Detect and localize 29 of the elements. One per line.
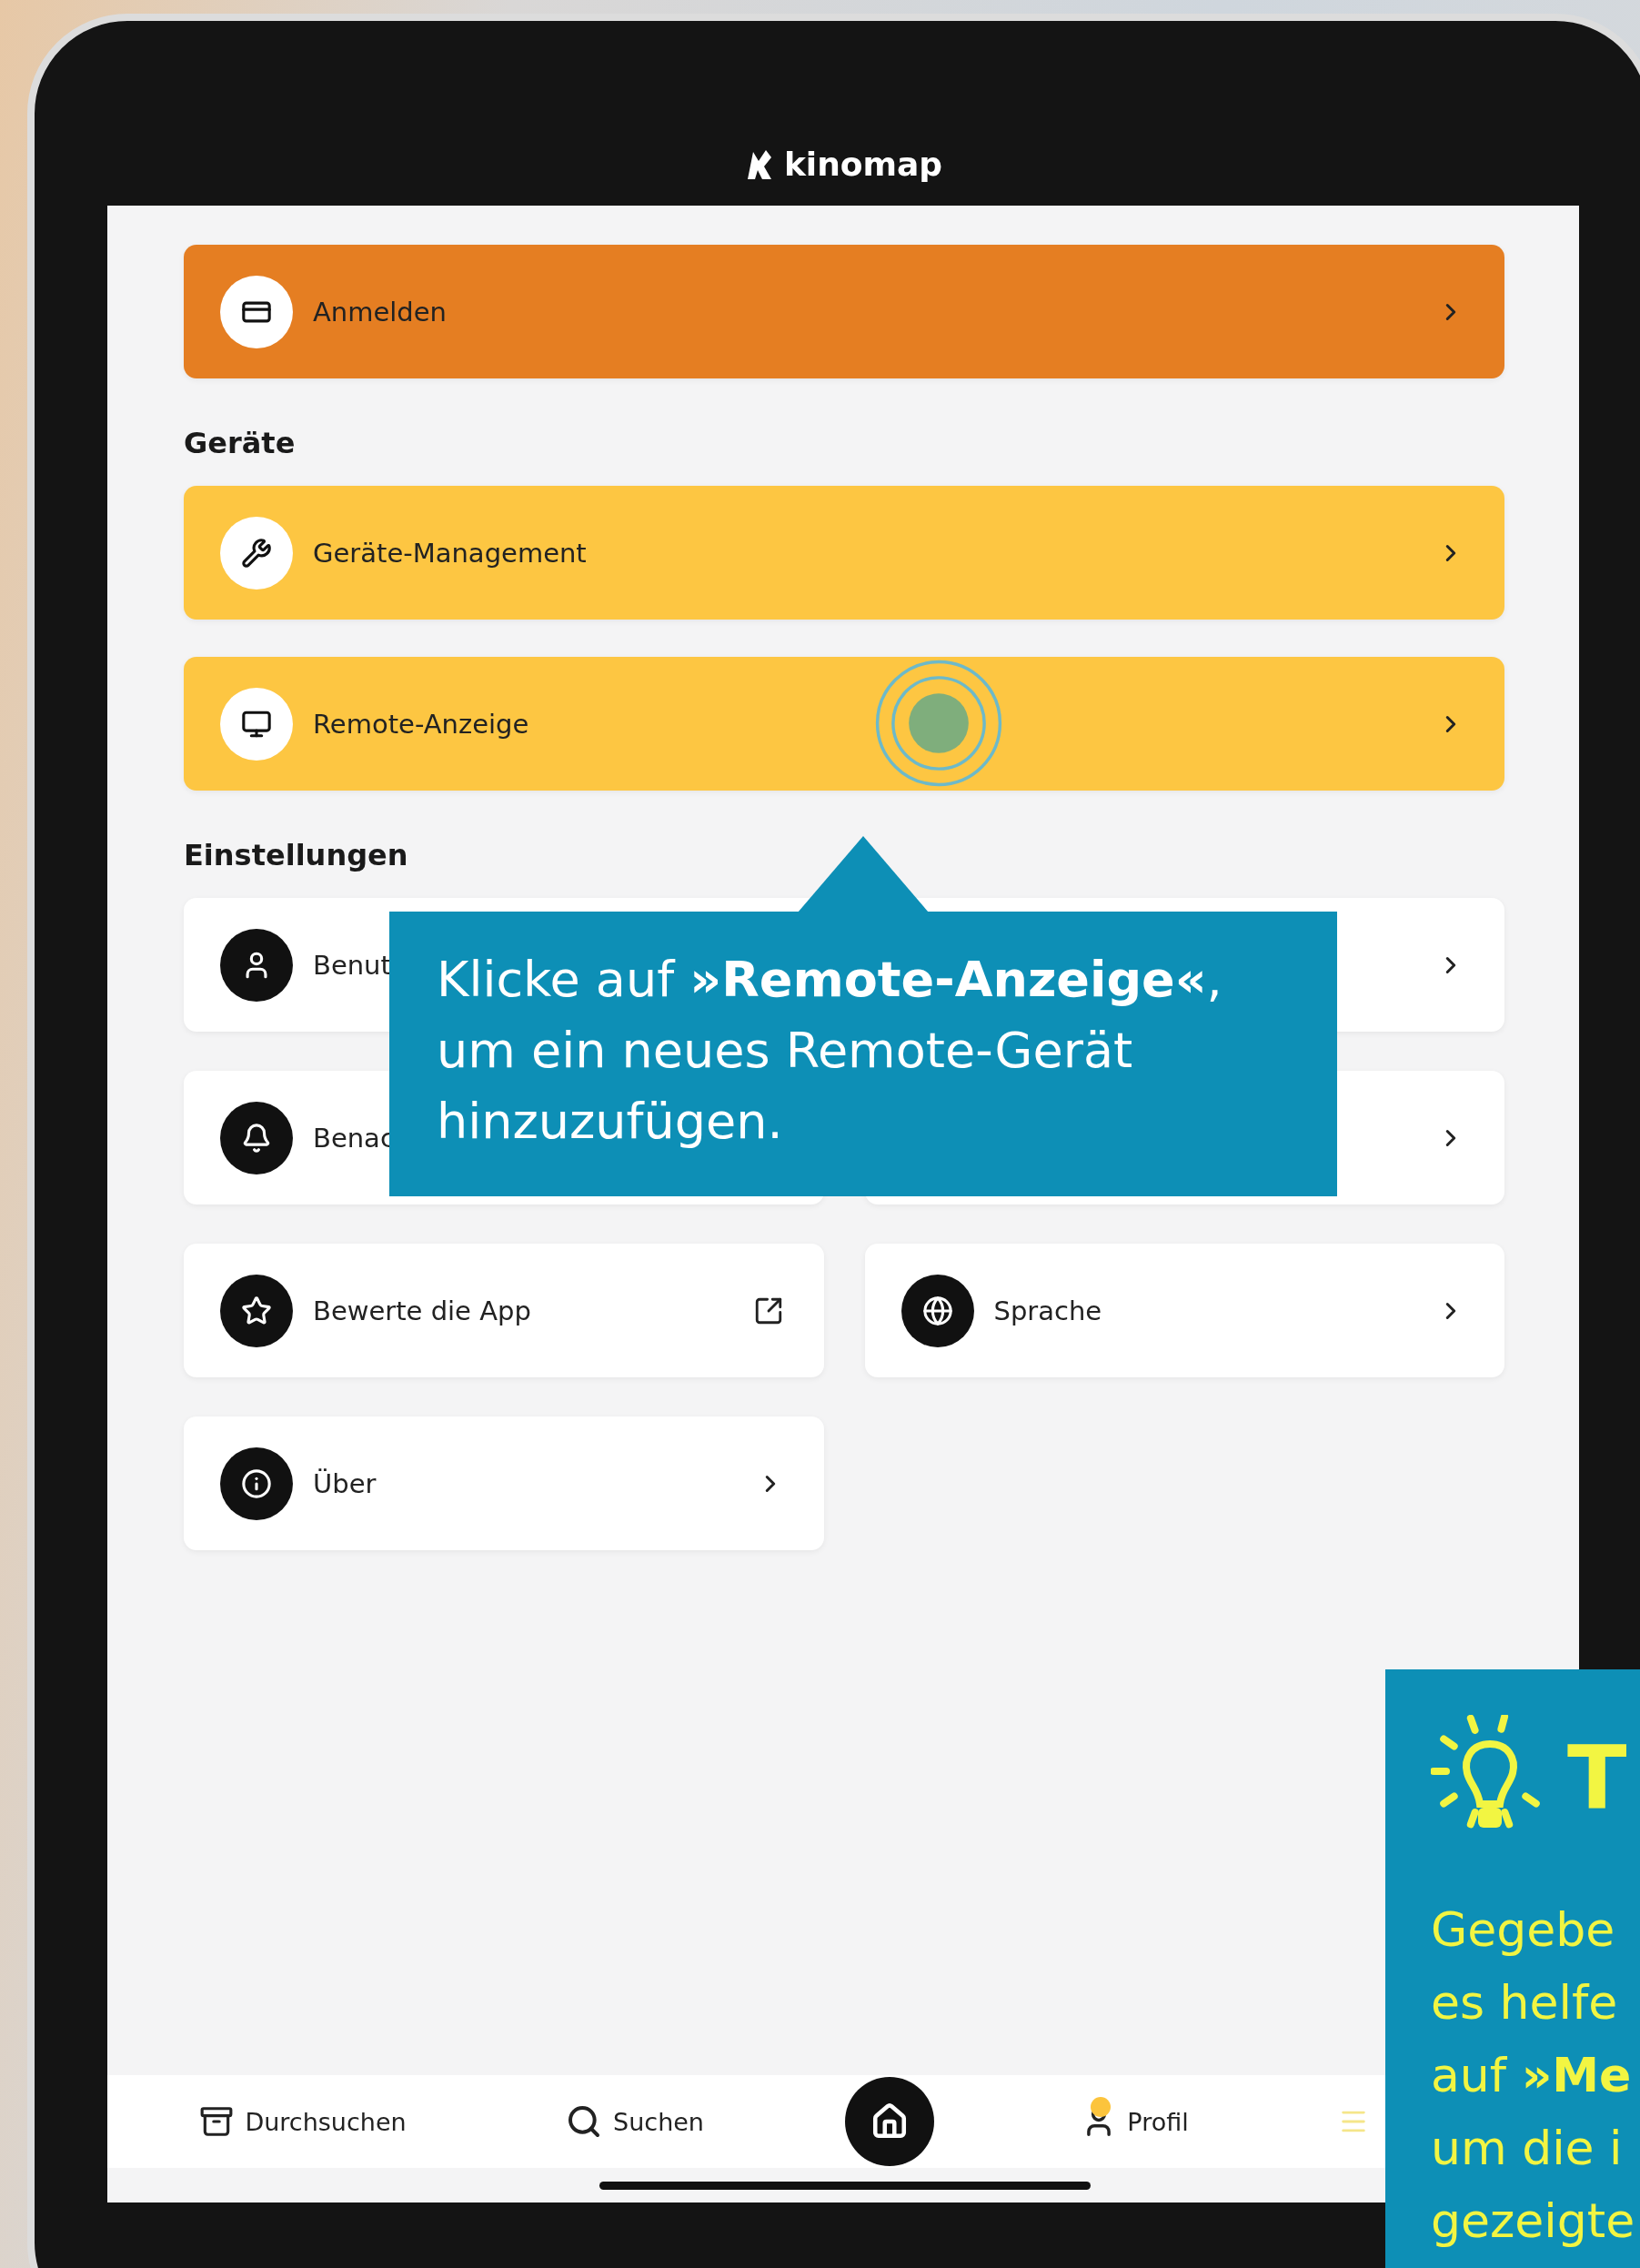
section-title: Geräte bbox=[184, 426, 297, 460]
menu-item-label: Remote-Anzeige bbox=[313, 708, 529, 740]
menu-item-label: Sprache bbox=[993, 1295, 1102, 1326]
menu-item-label: Über bbox=[313, 1467, 377, 1499]
menu-item[interactable]: Sprache bbox=[864, 1244, 1504, 1377]
menu-item-label: Benac bbox=[313, 1122, 395, 1154]
tip-text: auf »Me bbox=[1431, 2047, 1633, 2104]
menu-item-label: Geräte-Management bbox=[313, 537, 587, 569]
section-title: Einstellungen bbox=[184, 838, 409, 872]
tab-bar-item[interactable]: Suchen bbox=[562, 2100, 708, 2143]
menu-item-label: Bewerte die App bbox=[313, 1295, 531, 1326]
menu-item[interactable]: Anmelden bbox=[184, 245, 1504, 378]
logo-text: kinomap bbox=[783, 146, 943, 183]
tab-bar-item[interactable]: Profil bbox=[1078, 2101, 1192, 2142]
menu-item[interactable]: Geräte-Management bbox=[184, 486, 1504, 620]
tip-text: es helfe bbox=[1431, 1974, 1619, 2031]
menu-item-label: Anmelden bbox=[313, 296, 447, 328]
tray-icon bbox=[199, 2104, 235, 2139]
tip-text: gezeigte bbox=[1431, 2192, 1636, 2250]
tab-bar-item[interactable]: Durchsuchen bbox=[196, 2101, 410, 2142]
tip-text: Gegebe bbox=[1431, 1901, 1616, 1959]
menu-item[interactable]: Bewerte die App bbox=[184, 1244, 824, 1377]
menu-item-label: Benut bbox=[313, 949, 391, 981]
tip-text: um die i bbox=[1431, 2120, 1624, 2177]
menu-item[interactable]: Remote-Anzeige bbox=[184, 657, 1504, 791]
home-icon bbox=[870, 2102, 909, 2141]
callout-text: Klicke auf »Remote-Anzeige«, um ein neues Remote-Gerät hinzuzufügen. bbox=[437, 950, 1223, 1152]
tip-title: T bbox=[1567, 1728, 1627, 1830]
menu-item[interactable]: Über bbox=[184, 1416, 824, 1550]
